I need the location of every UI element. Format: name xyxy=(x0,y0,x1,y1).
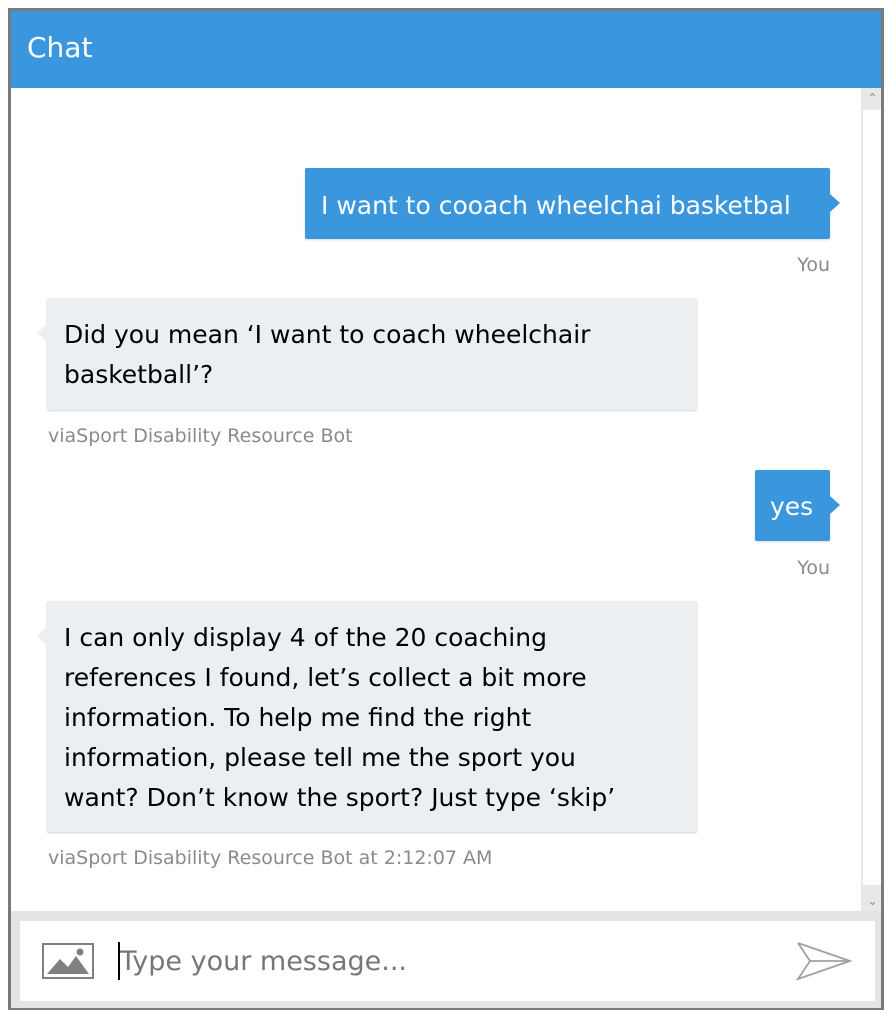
bot-message-line: basketball’? xyxy=(64,360,214,389)
scroll-down-arrow-icon[interactable]: ⌄ xyxy=(861,891,881,911)
bot-message-line: Did you mean ‘I want to coach wheelchair xyxy=(64,320,591,349)
user-message-text: I want to cooach wheelchai basketbal xyxy=(321,191,791,220)
user-message: yes xyxy=(755,470,840,541)
user-message: I want to cooach wheelchai basketbal xyxy=(305,168,840,239)
bot-message-line: references I found, let’s collect a bit … xyxy=(64,663,587,692)
bot-message-line: information, please tell me the sport yo… xyxy=(64,743,576,772)
message-timestamp-label: viaSport Disability Resource Bot at 2:12… xyxy=(48,847,493,869)
scroll-thumb[interactable] xyxy=(863,110,881,885)
message-input[interactable] xyxy=(120,939,780,983)
user-message-text: yes xyxy=(770,492,814,521)
bot-message: I can only display 4 of the 20 coaching … xyxy=(37,601,697,832)
message-sender-label: You xyxy=(797,557,830,579)
scroll-up-arrow-icon[interactable]: ⌃ xyxy=(861,88,881,108)
bot-message: Did you mean ‘I want to coach wheelchair… xyxy=(37,298,697,410)
bot-message-line: I can only display 4 of the 20 coaching xyxy=(64,623,547,652)
chat-title: Chat xyxy=(27,31,93,64)
chat-header: Chat xyxy=(11,11,881,88)
message-sender-label: viaSport Disability Resource Bot xyxy=(48,425,353,447)
composer-box xyxy=(20,921,875,1001)
message-sender-label: You xyxy=(797,254,830,276)
composer-bar xyxy=(11,911,881,1008)
image-upload-icon[interactable] xyxy=(42,943,94,979)
bot-message-line: want? Don’t know the sport? Just type ‘s… xyxy=(64,783,616,812)
chat-window: Chat I want to cooach wheelchai basketba… xyxy=(8,8,884,1010)
send-icon[interactable] xyxy=(795,941,853,981)
message-list[interactable]: I want to cooach wheelchai basketbal You… xyxy=(11,88,861,911)
bot-message-line: information. To help me find the right xyxy=(64,703,532,732)
message-scrollbar[interactable]: ⌃ ⌄ xyxy=(861,88,881,911)
